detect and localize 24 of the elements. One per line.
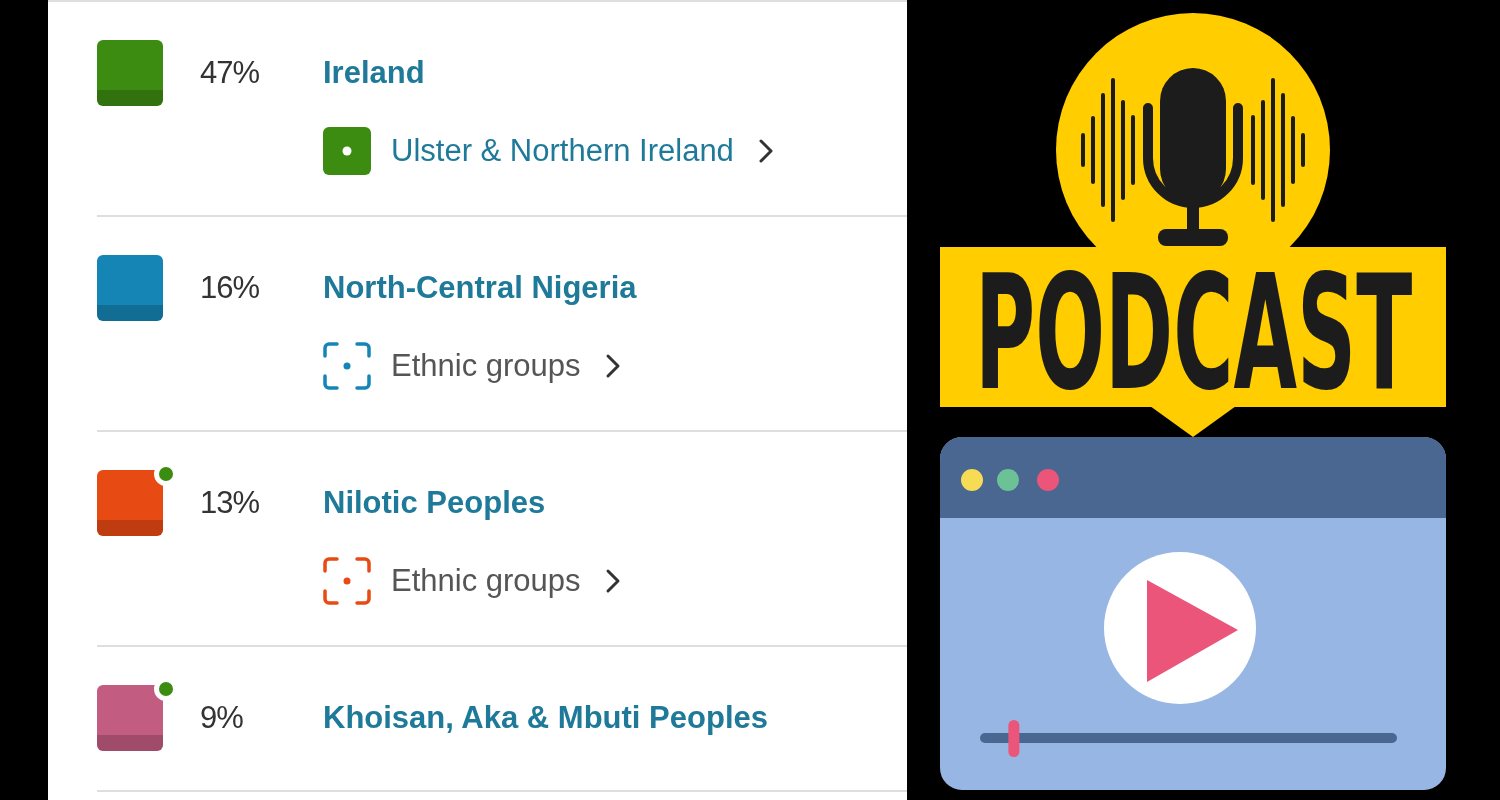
subregion-link[interactable]: Ethnic groups [391, 563, 581, 599]
region-link[interactable]: Nilotic Peoples [323, 485, 546, 521]
subregion-link[interactable]: Ulster & Northern Ireland [391, 133, 734, 169]
percent-text: 47% [200, 55, 261, 91]
region-link[interactable]: Khoisan, Aka & Mbuti Peoples [323, 700, 768, 736]
window-dot [997, 469, 1019, 491]
play-button[interactable] [1104, 552, 1256, 704]
progress-thumb[interactable] [1008, 720, 1020, 757]
percent-text: 13% [200, 485, 261, 521]
chevron-right-icon[interactable] [757, 138, 774, 164]
sound-wave-icon [1081, 78, 1135, 222]
podcast-title: PODCAST [975, 241, 1413, 426]
subregion-link[interactable]: Ethnic groups [391, 348, 581, 384]
chevron-right-icon[interactable] [604, 568, 621, 594]
percent-text: 9% [200, 700, 244, 736]
chevron-right-icon[interactable] [604, 353, 621, 379]
progress-track[interactable] [980, 733, 1397, 743]
region-link[interactable]: Ireland [323, 55, 425, 91]
percent-text: 16% [200, 270, 261, 306]
window-dot [961, 469, 983, 491]
sound-wave-icon [1251, 78, 1305, 222]
region-link[interactable]: North-Central Nigeria [323, 270, 637, 306]
window-dot [1037, 469, 1059, 491]
microphone-icon [1143, 68, 1243, 246]
